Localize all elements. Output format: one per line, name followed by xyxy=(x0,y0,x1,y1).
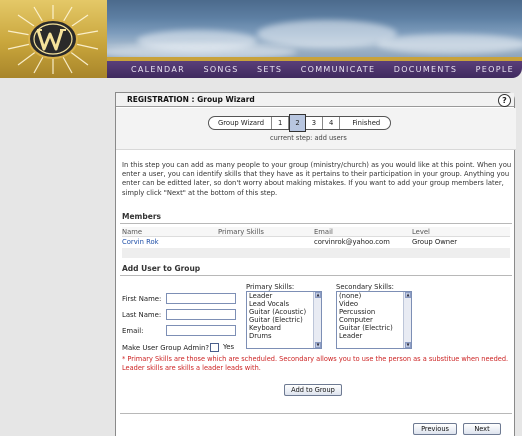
main-nav: CALENDAR SONGS SETS COMMUNICATE DOCUMENT… xyxy=(107,61,522,78)
primary-skills-label: Primary Skills: xyxy=(246,283,295,291)
wizard-step-group-wizard[interactable]: Group Wizard xyxy=(209,117,273,129)
list-item[interactable]: Guitar (Electric) xyxy=(337,324,411,332)
skills-note: * Primary Skills are those which are sch… xyxy=(122,355,509,372)
add-user-heading: Add User to Group xyxy=(122,264,201,273)
secondary-skills-label: Secondary Skills: xyxy=(336,283,394,291)
list-item[interactable]: Video xyxy=(337,300,411,308)
scrollbar[interactable]: ▲ ▼ xyxy=(313,292,321,348)
wizard-step-3[interactable]: 3 xyxy=(306,117,324,129)
previous-button[interactable]: Previous xyxy=(413,423,457,435)
members-table: Name Primary Skills Email Level Corvin R… xyxy=(122,227,510,247)
sky-banner xyxy=(107,0,522,60)
logo-icon[interactable] xyxy=(4,3,103,75)
panel-title-bar: REGISTRATION : Group Wizard ? xyxy=(116,93,514,107)
nav-documents[interactable]: DOCUMENTS xyxy=(394,65,458,74)
scrollbar[interactable]: ▲ ▼ xyxy=(403,292,411,348)
list-item[interactable]: Drums xyxy=(247,332,321,340)
table-row: Corvin Rok corvinrok@yahoo.com Group Own… xyxy=(122,237,510,247)
admin-label: Make User Group Admin? xyxy=(122,344,210,352)
divider xyxy=(120,223,512,224)
member-email: corvinrok@yahoo.com xyxy=(314,238,390,246)
app-header: CALENDAR SONGS SETS COMMUNICATE DOCUMENT… xyxy=(0,0,522,78)
table-header: Name Primary Skills Email Level xyxy=(122,227,510,237)
scroll-down-icon[interactable]: ▼ xyxy=(405,342,411,348)
logo-panel xyxy=(0,0,107,78)
scroll-up-icon[interactable]: ▲ xyxy=(405,292,411,298)
list-item[interactable]: Percussion xyxy=(337,308,411,316)
divider xyxy=(120,413,512,414)
current-step-label: current step: add users xyxy=(270,134,347,142)
column-header-email: Email xyxy=(314,228,333,236)
wizard-step-2[interactable]: 2 xyxy=(289,114,306,132)
secondary-skills-list[interactable]: (none) Video Percussion Computer Guitar … xyxy=(336,291,412,349)
registration-panel: REGISTRATION : Group Wizard ? Group Wiza… xyxy=(115,92,516,436)
wizard-step-4[interactable]: 4 xyxy=(323,117,341,129)
wizard-step-1[interactable]: 1 xyxy=(272,117,290,129)
nav-communicate[interactable]: COMMUNICATE xyxy=(301,65,376,74)
list-item[interactable]: Leader xyxy=(247,292,321,300)
list-item[interactable]: Leader xyxy=(337,332,411,340)
help-icon[interactable]: ? xyxy=(498,94,511,107)
column-header-level: Level xyxy=(412,228,430,236)
scroll-up-icon[interactable]: ▲ xyxy=(315,292,321,298)
list-item[interactable]: (none) xyxy=(337,292,411,300)
next-button[interactable]: Next xyxy=(463,423,501,435)
admin-yes-label: Yes xyxy=(223,343,235,351)
last-name-field[interactable] xyxy=(166,309,236,320)
list-item[interactable]: Computer xyxy=(337,316,411,324)
intro-text: In this step you can add as many people … xyxy=(122,161,512,197)
admin-checkbox[interactable] xyxy=(210,343,219,352)
primary-skills-list[interactable]: Leader Lead Vocals Guitar (Acoustic) Gui… xyxy=(246,291,322,349)
wizard-step-finished[interactable]: Finished xyxy=(340,117,390,129)
first-name-field[interactable] xyxy=(166,293,236,304)
table-footer xyxy=(122,248,510,258)
list-item[interactable]: Lead Vocals xyxy=(247,300,321,308)
nav-sets[interactable]: SETS xyxy=(257,65,282,74)
members-heading: Members xyxy=(122,212,161,221)
column-header-primary-skills: Primary Skills xyxy=(218,228,264,236)
member-level: Group Owner xyxy=(412,238,458,246)
wizard-steps: Group Wizard 1 2 3 4 Finished xyxy=(208,114,392,132)
nav-people[interactable]: PEOPLE xyxy=(476,65,514,74)
divider xyxy=(120,275,512,276)
first-name-label: First Name: xyxy=(122,295,162,303)
nav-calendar[interactable]: CALENDAR xyxy=(131,65,185,74)
list-item[interactable]: Guitar (Acoustic) xyxy=(247,308,321,316)
member-name-link[interactable]: Corvin Rok xyxy=(122,238,159,246)
list-item[interactable]: Guitar (Electric) xyxy=(247,316,321,324)
scroll-down-icon[interactable]: ▼ xyxy=(315,342,321,348)
email-field[interactable] xyxy=(166,325,236,336)
email-label: Email: xyxy=(122,327,144,335)
last-name-label: Last Name: xyxy=(122,311,162,319)
nav-songs[interactable]: SONGS xyxy=(203,65,238,74)
list-item[interactable]: Keyboard xyxy=(247,324,321,332)
wizard-progress: Group Wizard 1 2 3 4 Finished current st… xyxy=(116,108,516,150)
column-header-name: Name xyxy=(122,228,143,236)
panel-title: REGISTRATION : Group Wizard xyxy=(127,95,255,104)
add-to-group-button[interactable]: Add to Group xyxy=(284,384,342,396)
